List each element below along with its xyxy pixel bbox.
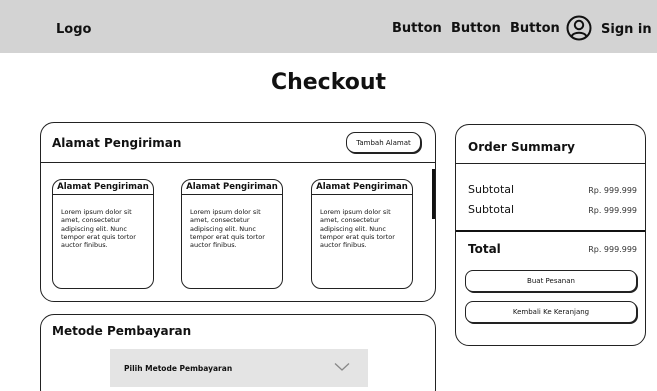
address-item[interactable]: Alamat Pengiriman Lorem ipsum dolor sit …	[181, 179, 283, 289]
divider	[456, 163, 645, 164]
nav-button-1[interactable]: Button	[392, 22, 442, 35]
address-item-title: Alamat Pengiriman	[312, 180, 412, 195]
logo[interactable]: Logo	[56, 22, 91, 37]
page-title: Checkout	[270, 70, 387, 95]
shipping-title: Alamat Pengiriman	[52, 136, 182, 150]
address-item-title: Alamat Pengiriman	[53, 180, 153, 195]
shipping-address-card: Alamat Pengiriman Tambah Alamat Alamat P…	[40, 122, 436, 302]
nav-button-2[interactable]: Button	[451, 22, 501, 35]
total-label: Total	[468, 242, 501, 256]
back-to-cart-button[interactable]: Kembali Ke Keranjang	[465, 301, 637, 323]
subtotal-label: Subtotal	[468, 203, 515, 216]
divider	[456, 230, 645, 232]
address-item[interactable]: Alamat Pengiriman Lorem ipsum dolor sit …	[52, 179, 154, 289]
address-item-text: Lorem ipsum dolor sit amet, consectetur …	[190, 208, 265, 250]
divider	[41, 162, 435, 163]
subtotal-label: Subtotal	[468, 183, 515, 196]
address-item-text: Lorem ipsum dolor sit amet, consectetur …	[320, 208, 395, 250]
total-value: Rp. 999.999	[588, 245, 637, 254]
address-item-text: Lorem ipsum dolor sit amet, consectetur …	[61, 208, 136, 250]
order-summary-title: Order Summary	[468, 140, 575, 154]
place-order-button[interactable]: Buat Pesanan	[465, 270, 637, 292]
sign-in-link[interactable]: Sign in	[601, 22, 652, 37]
scrollbar[interactable]	[432, 169, 435, 219]
address-item-title: Alamat Pengiriman	[182, 180, 282, 195]
address-item[interactable]: Alamat Pengiriman Lorem ipsum dolor sit …	[311, 179, 413, 289]
payment-method-select[interactable]: Pilih Metode Pembayaran	[110, 349, 368, 387]
payment-method-card: Metode Pembayaran Pilih Metode Pembayara…	[40, 314, 436, 391]
chevron-down-icon	[334, 363, 350, 371]
payment-select-label: Pilih Metode Pembayaran	[124, 364, 233, 373]
add-address-button[interactable]: Tambah Alamat	[346, 132, 421, 153]
nav-button-3[interactable]: Button	[510, 22, 560, 35]
top-navbar: Logo Button Button Button Sign in	[0, 0, 657, 53]
subtotal-value: Rp. 999.999	[588, 206, 637, 215]
order-summary-card: Order Summary Subtotal Rp. 999.999 Subto…	[455, 124, 646, 346]
payment-title: Metode Pembayaran	[52, 324, 192, 338]
user-icon[interactable]	[566, 15, 592, 41]
subtotal-value: Rp. 999.999	[588, 186, 637, 195]
